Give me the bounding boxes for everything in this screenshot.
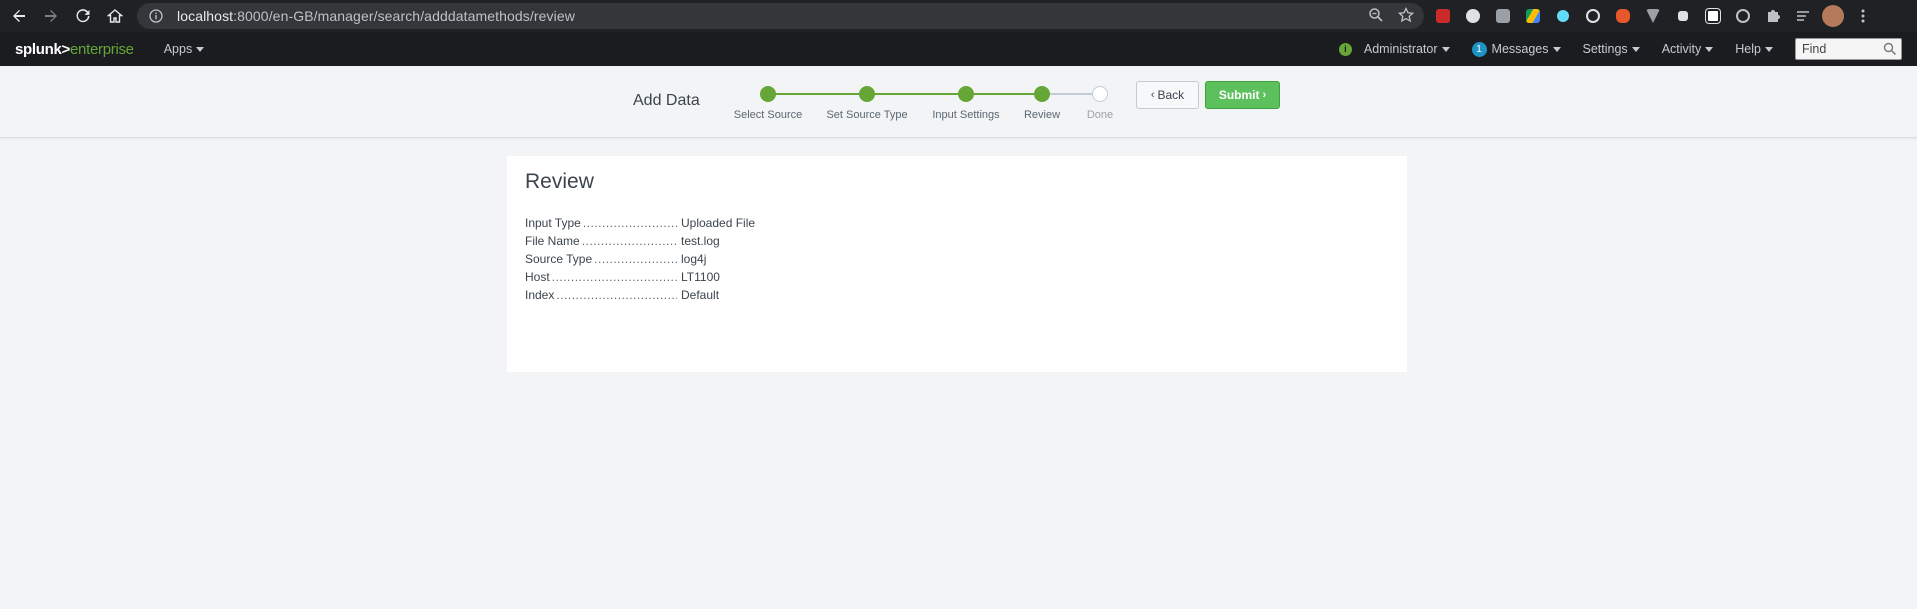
step-complete-icon [760,86,776,102]
zoom-icon[interactable] [1368,7,1384,23]
reading-list-icon[interactable] [1792,5,1814,27]
review-row-input-type: Input Type..............................… [525,216,756,230]
extension-drive-icon[interactable] [1522,5,1544,27]
help-menu[interactable]: Help [1735,42,1773,56]
extension-shield-icon[interactable] [1492,5,1514,27]
chevron-down-icon [1631,46,1640,52]
browser-toolbar: localhost:8000/en-GB/manager/search/addd… [0,0,1917,32]
messages-menu[interactable]: 1 Messages [1471,41,1561,57]
url-text[interactable]: localhost:8000/en-GB/manager/search/addd… [177,8,575,24]
extension-react-icon[interactable] [1552,5,1574,27]
puzzle-icon[interactable] [1762,5,1784,27]
review-row-file-name: File Name...............................… [525,234,720,248]
splunk-bar: splunk>enterprise Apps i Administrator 1… [0,32,1917,66]
review-heading: Review [525,170,594,193]
settings-menu[interactable]: Settings [1583,42,1640,56]
extension-bug-icon[interactable] [1612,5,1634,27]
extension-notion-icon[interactable] [1702,5,1724,27]
review-row-source-type: Source Type.............................… [525,252,707,266]
site-info-icon[interactable] [149,9,163,23]
reload-icon[interactable] [72,5,94,27]
extensions-bar [1432,5,1874,27]
review-row-host: Host....................................… [525,270,720,284]
chevron-left-icon: ‹ [1150,89,1155,101]
step-complete-icon [1034,86,1050,102]
back-arrow-icon[interactable] [8,5,30,27]
find-input[interactable]: Find [1795,38,1902,60]
review-panel: Review Input Type.......................… [507,156,1407,372]
step-complete-icon [958,86,974,102]
health-status-icon[interactable]: i [1338,42,1352,56]
extension-target-icon[interactable] [1582,5,1604,27]
review-list: Input Type..............................… [525,212,825,302]
chevron-down-icon [1705,46,1714,52]
submit-button[interactable]: Submit › [1205,81,1280,109]
splunk-logo[interactable]: splunk>enterprise [15,41,134,58]
activity-menu[interactable]: Activity [1662,42,1714,56]
chevron-down-icon [1441,46,1450,52]
review-row-index: Index...................................… [525,288,720,302]
apps-menu[interactable]: Apps [164,42,205,56]
page-title: Add Data [633,92,700,109]
step-complete-icon [859,86,875,102]
user-menu[interactable]: Administrator [1364,42,1450,56]
extension-clock-icon[interactable] [1462,5,1484,27]
extension-compass-icon[interactable] [1732,5,1754,27]
home-icon[interactable] [104,5,126,27]
extension-lastpass-icon[interactable] [1432,5,1454,27]
messages-count-badge: 1 [1471,41,1487,57]
kebab-menu-icon[interactable] [1852,5,1874,27]
profile-avatar[interactable] [1822,5,1844,27]
search-icon [1883,42,1897,56]
extension-vue-icon[interactable] [1642,5,1664,27]
forward-arrow-icon[interactable] [40,5,62,27]
chevron-right-icon: › [1262,89,1267,101]
bookmark-star-icon[interactable] [1398,7,1414,23]
step-pending-icon [1092,86,1108,102]
chevron-down-icon [1765,46,1773,52]
chevron-down-icon [1552,46,1561,52]
address-bar[interactable]: localhost:8000/en-GB/manager/search/addd… [137,3,1424,29]
add-data-wizard-header: Add Data Select Source Set Source Type I… [0,66,1917,138]
back-button[interactable]: ‹ Back [1136,81,1199,109]
chevron-down-icon [196,47,205,53]
extension-dropbox-icon[interactable] [1672,5,1694,27]
